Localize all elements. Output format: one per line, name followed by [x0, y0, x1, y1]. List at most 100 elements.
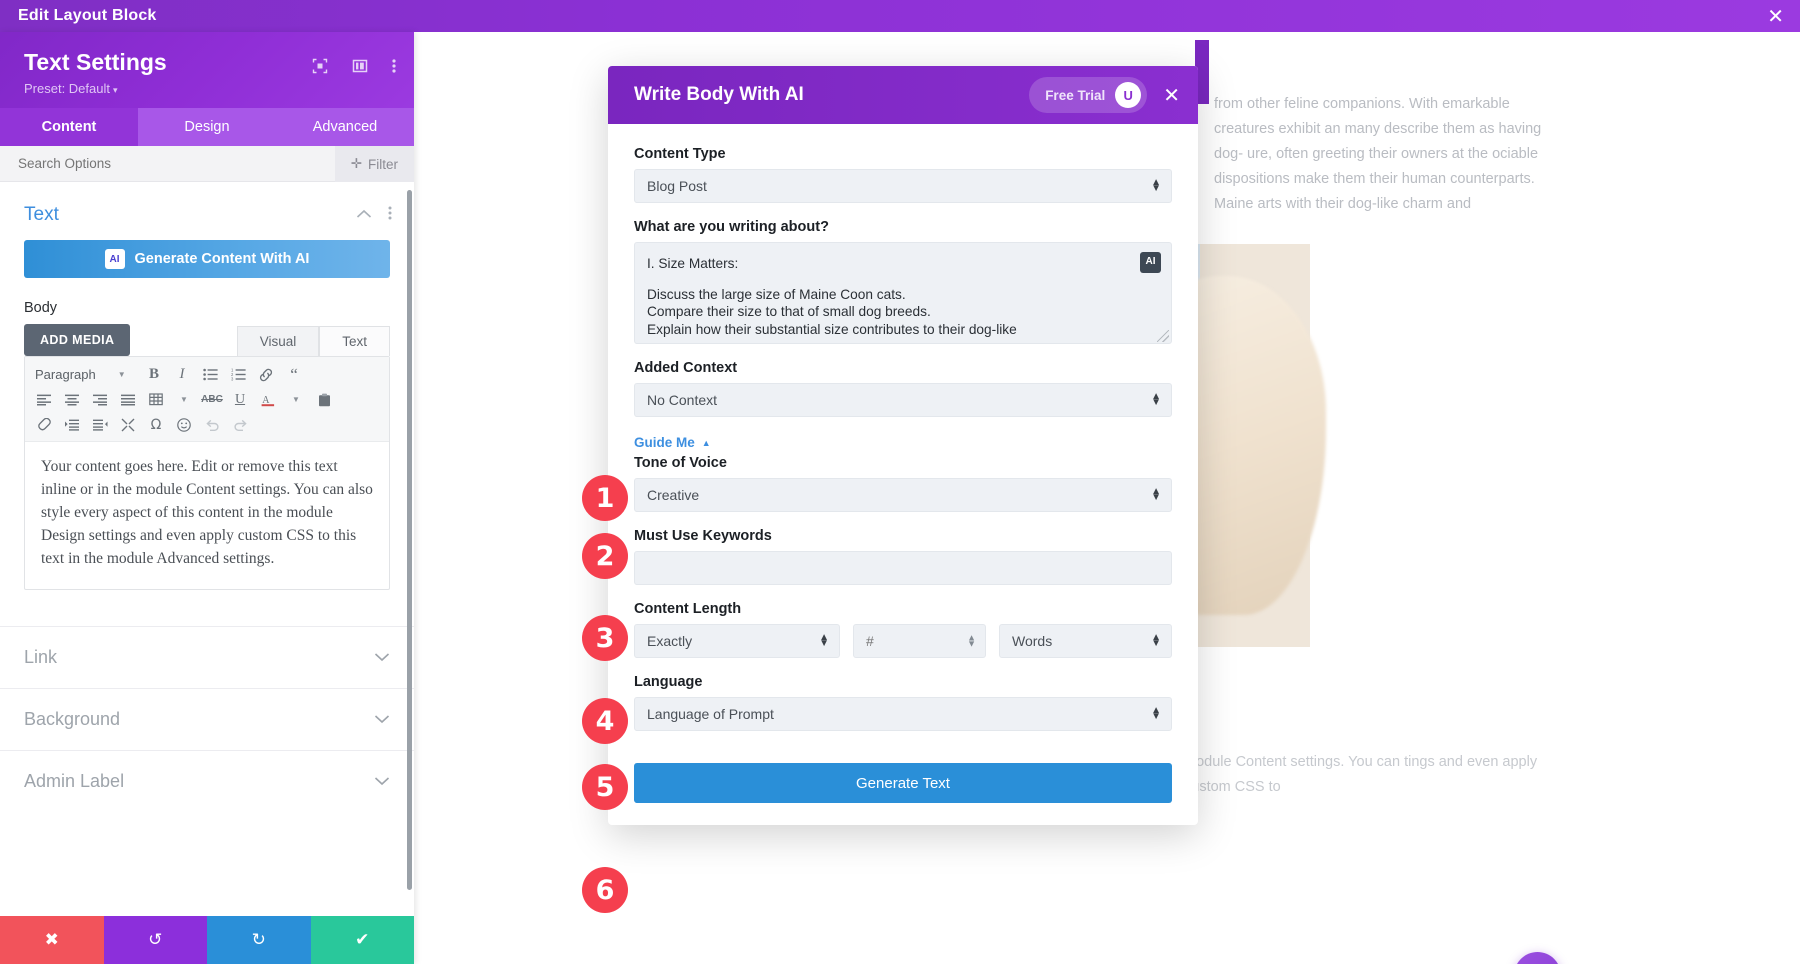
indent-increase-icon[interactable]	[59, 413, 85, 437]
text-color-icon[interactable]: A	[255, 388, 281, 412]
language-select[interactable]: Language of Prompt ▲ ▼	[634, 697, 1172, 731]
tab-advanced[interactable]: Advanced	[276, 108, 414, 146]
paste-icon[interactable]	[311, 388, 337, 412]
redo-icon[interactable]	[227, 413, 253, 437]
ellipsis-icon[interactable]	[1514, 952, 1561, 964]
ai-badge-icon: AI	[104, 249, 125, 270]
add-media-button[interactable]: ADD MEDIA	[24, 324, 131, 357]
redo-button[interactable]: ↻	[207, 916, 311, 964]
chevron-down-icon	[374, 650, 390, 665]
modal-footer: Generate Text	[608, 737, 1198, 825]
toolbar-row-3: Ω	[31, 412, 383, 437]
ai-badge-icon[interactable]: AI	[1140, 252, 1161, 273]
paragraph-format-select[interactable]: Paragraph ▼	[31, 367, 139, 382]
undo-button[interactable]: ↺	[103, 916, 207, 964]
length-mode-select[interactable]: Exactly ▲ ▼	[634, 624, 840, 658]
align-center-icon[interactable]	[59, 388, 85, 412]
select-arrows-icon: ▲ ▼	[1151, 704, 1161, 722]
text-color-caret-icon[interactable]: ▼	[283, 388, 309, 412]
editor-body-text[interactable]: Your content goes here. Edit or remove t…	[25, 442, 389, 589]
text-section-header: Text	[0, 182, 414, 236]
numbered-list-icon[interactable]: 123	[225, 363, 251, 387]
added-context-label: Added Context	[634, 360, 738, 376]
top-bar: Edit Layout Block ✕	[0, 0, 1800, 32]
marker-4: 4	[582, 698, 628, 744]
free-trial-toggle[interactable]: Free Trial U	[1029, 77, 1148, 113]
language-value: Language of Prompt	[647, 706, 774, 722]
stepper-arrows-icon[interactable]: ▲ ▼	[967, 633, 976, 647]
filter-label: Filter	[368, 156, 398, 172]
section-link[interactable]: Link	[0, 625, 414, 688]
bulleted-list-icon[interactable]	[197, 363, 223, 387]
section-background-label: Background	[24, 708, 121, 729]
section-actions	[356, 205, 392, 226]
modal-header: Write Body With AI Free Trial U ✕	[608, 66, 1198, 124]
layout-columns-icon[interactable]	[352, 58, 368, 74]
preset-selector[interactable]: Preset: Default ▾	[24, 81, 394, 96]
section-admin-label[interactable]: Admin Label	[0, 749, 414, 812]
section-background[interactable]: Background	[0, 687, 414, 750]
tab-text[interactable]: Text	[319, 326, 390, 357]
tone-of-voice-label: Tone of Voice	[634, 455, 727, 471]
strikethrough-icon[interactable]: ABC	[199, 388, 225, 412]
marker-2: 2	[582, 533, 628, 579]
preset-label: Preset: Default	[24, 81, 110, 97]
close-icon[interactable]: ✕	[1767, 6, 1784, 26]
table-caret-icon[interactable]: ▼	[171, 388, 197, 412]
app-screen: Edit Layout Block ✕ from other feline co…	[0, 0, 1800, 964]
search-input[interactable]	[18, 156, 278, 172]
must-use-keywords-input[interactable]	[634, 551, 1172, 585]
sidebar-scrollbar[interactable]	[407, 190, 412, 891]
discard-button[interactable]: ✖	[0, 916, 104, 964]
kebab-menu-icon[interactable]	[388, 205, 392, 226]
indent-decrease-icon[interactable]	[87, 413, 113, 437]
guide-me-label: Guide Me	[634, 435, 695, 450]
length-number-wrapper: ▲▼	[853, 624, 986, 658]
tab-design[interactable]: Design	[138, 108, 276, 146]
underline-icon[interactable]: U	[227, 388, 253, 412]
align-left-icon[interactable]	[31, 388, 57, 412]
italic-icon[interactable]: I	[169, 363, 195, 387]
kebab-menu-icon[interactable]	[392, 58, 396, 74]
link-icon[interactable]	[253, 363, 279, 387]
generate-content-with-ai-button[interactable]: AI Generate Content With AI	[24, 240, 390, 279]
shortcuts-icon[interactable]	[115, 413, 141, 437]
length-number-input[interactable]	[853, 624, 986, 658]
editor-mode-tabs: Visual Text	[236, 326, 390, 357]
paragraph-format-label: Paragraph	[35, 367, 96, 383]
table-icon[interactable]	[143, 388, 169, 412]
prompt-textarea[interactable]: I. Size Matters: Discuss the large size …	[634, 242, 1172, 344]
added-context-select[interactable]: No Context ▲ ▼	[634, 383, 1172, 417]
blockquote-icon[interactable]: “	[281, 363, 307, 387]
tab-visual[interactable]: Visual	[236, 326, 320, 357]
search-bar: ✛ Filter	[0, 146, 414, 183]
marker-5: 5	[582, 764, 628, 810]
chevron-up-icon[interactable]	[356, 206, 372, 224]
guide-me-toggle[interactable]: Guide Me ▲	[634, 435, 1172, 450]
focus-target-icon[interactable]	[312, 58, 328, 74]
special-character-icon[interactable]: Ω	[143, 413, 169, 437]
sidebar-content: Text AI Generate Content With AI Body AD…	[0, 182, 414, 916]
close-icon[interactable]: ✕	[1163, 83, 1180, 108]
emoji-icon[interactable]	[171, 413, 197, 437]
marker-1: 1	[582, 475, 628, 521]
chevron-down-icon: ▾	[113, 85, 118, 96]
select-arrows-icon: ▲ ▼	[1151, 485, 1161, 503]
align-justify-icon[interactable]	[115, 388, 141, 412]
undo-icon[interactable]	[199, 413, 225, 437]
trial-avatar-icon: U	[1115, 82, 1142, 108]
align-right-icon[interactable]	[87, 388, 113, 412]
background-paragraph-1: from other feline companions. With emark…	[1214, 96, 1542, 212]
content-type-select[interactable]: Blog Post ▲ ▼	[634, 169, 1172, 203]
tab-content[interactable]: Content	[0, 108, 138, 147]
save-button[interactable]: ✔	[310, 916, 414, 964]
resize-grip-icon[interactable]	[1157, 330, 1169, 342]
clear-formatting-icon[interactable]	[31, 413, 57, 437]
length-unit-select[interactable]: Words ▲ ▼	[999, 624, 1172, 658]
sidebar-footer: ✖ ↺ ↻ ✔	[0, 916, 414, 964]
bold-icon[interactable]: B	[141, 363, 167, 387]
tone-of-voice-select[interactable]: Creative ▲ ▼	[634, 478, 1172, 512]
svg-text:3: 3	[231, 377, 234, 381]
filter-button[interactable]: ✛ Filter	[334, 146, 414, 183]
generate-text-button[interactable]: Generate Text	[634, 763, 1172, 803]
